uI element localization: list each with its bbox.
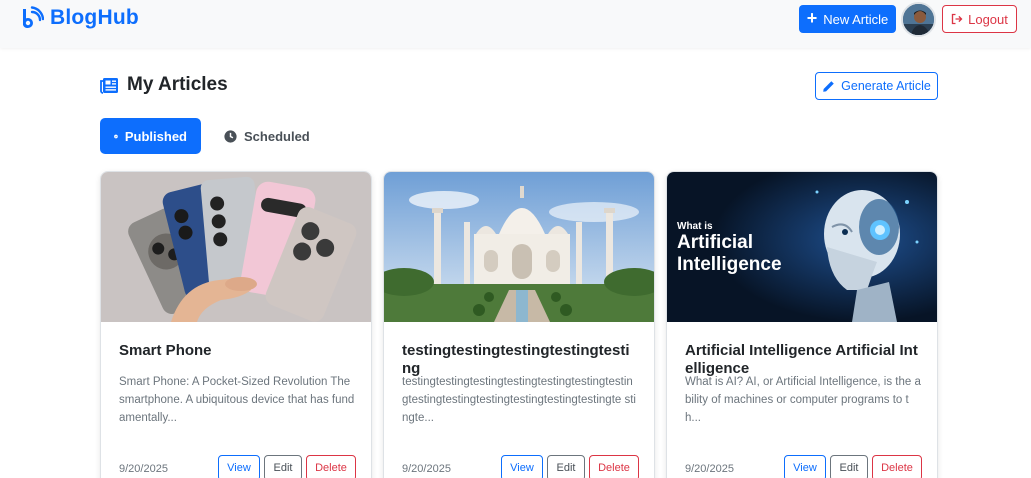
card-actions: View Edit Delete bbox=[501, 455, 639, 478]
card-actions: View Edit Delete bbox=[784, 455, 922, 478]
ai-image-line1: What is bbox=[677, 221, 713, 232]
navbar: BlogHub + New Article Logout bbox=[0, 0, 1031, 48]
article-card: Smart Phone Smart Phone: A Pocket-Sized … bbox=[100, 171, 372, 478]
avatar[interactable] bbox=[901, 2, 936, 37]
view-button[interactable]: View bbox=[784, 455, 826, 478]
logout-label: Logout bbox=[968, 11, 1008, 27]
page-title: My Articles bbox=[100, 74, 228, 96]
delete-button[interactable]: Delete bbox=[872, 455, 922, 478]
new-article-button[interactable]: + New Article bbox=[799, 5, 896, 33]
article-title[interactable]: Smart Phone bbox=[119, 342, 355, 360]
article-date: 9/20/2025 bbox=[402, 463, 451, 475]
logout-button[interactable]: Logout bbox=[942, 5, 1017, 33]
edit-button[interactable]: Edit bbox=[264, 455, 302, 478]
plus-icon: + bbox=[806, 8, 818, 28]
generate-article-label: Generate Article bbox=[841, 79, 931, 93]
tab-scheduled-label: Scheduled bbox=[244, 128, 310, 144]
card-actions: View Edit Delete bbox=[218, 455, 356, 478]
article-image-smartphones bbox=[101, 172, 371, 322]
tab-published-label: Published bbox=[124, 128, 187, 144]
newspaper-icon bbox=[100, 77, 118, 94]
brand-name: BlogHub bbox=[50, 6, 139, 29]
new-article-label: New Article bbox=[823, 11, 889, 27]
article-excerpt: What is AI? AI, or Artificial Intelligen… bbox=[685, 376, 921, 424]
check-circle-icon bbox=[114, 134, 118, 138]
delete-button[interactable]: Delete bbox=[306, 455, 356, 478]
ai-image-line2: Artificial bbox=[677, 232, 753, 253]
generate-article-button[interactable]: Generate Article bbox=[815, 72, 938, 100]
clock-icon bbox=[224, 129, 237, 143]
delete-button[interactable]: Delete bbox=[589, 455, 639, 478]
tab-published[interactable]: Published bbox=[100, 118, 201, 154]
page-title-text: My Articles bbox=[127, 74, 228, 95]
view-button[interactable]: View bbox=[218, 455, 260, 478]
article-excerpt: testingtestingtestingtestingtestingtesti… bbox=[402, 376, 636, 424]
view-button[interactable]: View bbox=[501, 455, 543, 478]
article-card: testingtestingtestingtestingtesting test… bbox=[383, 171, 655, 478]
article-image-taj-mahal bbox=[384, 172, 654, 322]
article-date: 9/20/2025 bbox=[685, 463, 734, 475]
pencil-icon bbox=[823, 80, 834, 92]
ai-image-line3: Intelligence bbox=[677, 254, 782, 275]
brand[interactable]: BlogHub bbox=[20, 6, 139, 30]
article-image-ai-robot: What is Artificial Intelligence bbox=[667, 172, 937, 322]
edit-button[interactable]: Edit bbox=[830, 455, 868, 478]
article-card: What is Artificial Intelligence Artifici… bbox=[666, 171, 938, 478]
article-date: 9/20/2025 bbox=[119, 463, 168, 475]
blog-logo-icon bbox=[23, 6, 44, 29]
tab-scheduled[interactable]: Scheduled bbox=[210, 118, 324, 154]
article-excerpt: Smart Phone: A Pocket-Sized Revolution T… bbox=[119, 376, 355, 424]
logout-icon bbox=[951, 13, 963, 25]
edit-button[interactable]: Edit bbox=[547, 455, 585, 478]
avatar-image bbox=[903, 4, 934, 35]
